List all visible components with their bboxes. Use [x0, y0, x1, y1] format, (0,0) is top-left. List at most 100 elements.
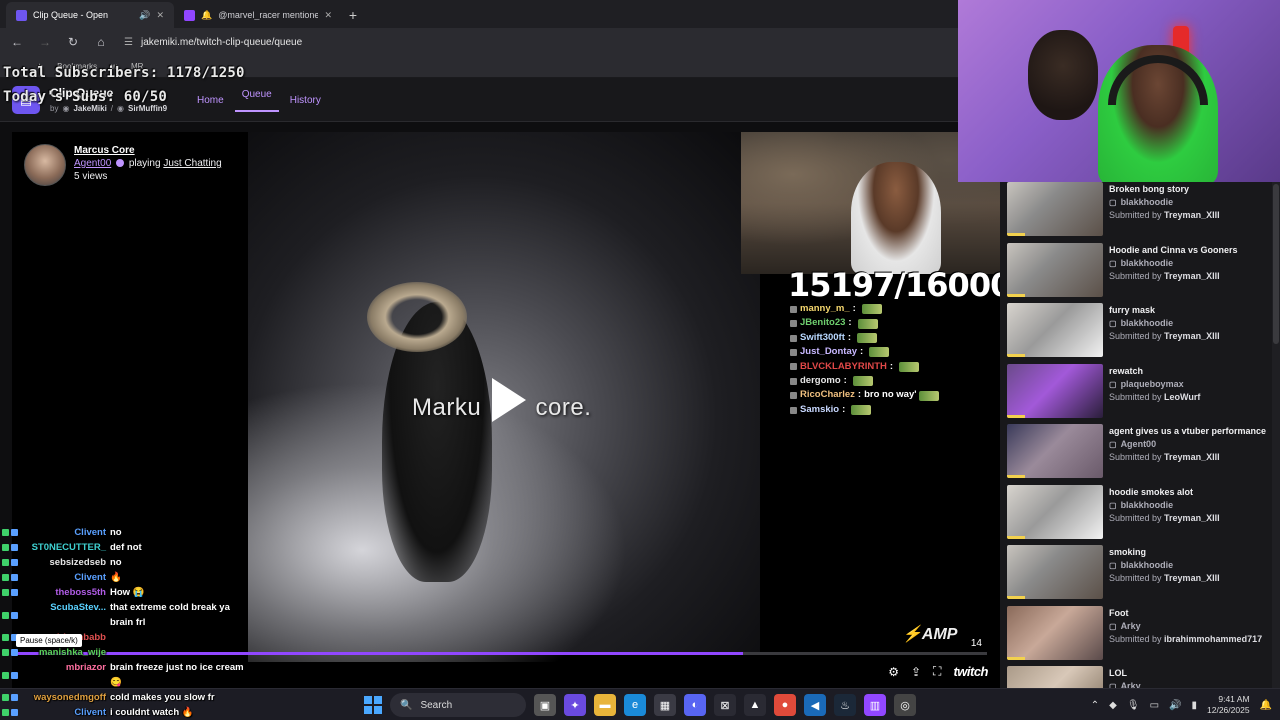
- left-chat-row: Clivent no: [2, 525, 262, 540]
- chat-badges: [2, 705, 18, 720]
- microphone-icon[interactable]: 🎙: [1127, 700, 1140, 711]
- clip-icon: ▢: [1109, 682, 1117, 688]
- chat-username: BLVCKLABYRINTH: [800, 360, 887, 372]
- queue-item[interactable]: agent gives us a vtuber performance ▢ Agen…: [1007, 424, 1277, 480]
- notification-bell-icon[interactable]: 🔔: [1260, 700, 1272, 711]
- queue-thumbnail[interactable]: [1007, 424, 1103, 478]
- chat-message: brain freeze just no ice cream 😋: [110, 662, 244, 688]
- queue-item[interactable]: hoodie smokes alot ▢ blakkhoodie Submitted …: [1007, 484, 1277, 541]
- tab-clip-queue[interactable]: Clip Queue - Open 🔊 ✕: [6, 2, 174, 28]
- bear-plush: [1028, 30, 1098, 120]
- chat-message: that extreme cold break ya brain frl: [110, 602, 230, 628]
- task-view-icon[interactable]: ▣: [534, 694, 556, 716]
- queue-submitted: Submitted by Treyman_XIII: [1109, 209, 1220, 222]
- queue-item[interactable]: LOL ▢ Arky: [1007, 666, 1277, 688]
- queue-item[interactable]: Hoodie and Cinna vs Gooners ▢ blakkhoodie S…: [1007, 242, 1277, 299]
- gear-icon[interactable]: ⚙: [888, 665, 899, 679]
- speaker-icon[interactable]: 🔊: [139, 10, 150, 21]
- address-bar: ← → ↻ ⌂ ☰ jakemiki.me/twitch-clip-queue/…: [0, 28, 960, 56]
- chat-username: manny_m_: [800, 303, 850, 314]
- chat-emote-icon: [861, 304, 882, 315]
- network-icon[interactable]: ▭: [1150, 700, 1159, 711]
- webcam-feed: [958, 0, 1280, 182]
- home-icon[interactable]: ⌂: [92, 35, 110, 49]
- chevron-up-icon[interactable]: ⌃: [1091, 700, 1099, 711]
- left-chat-row: ST0NECUTTER_ def not: [2, 540, 262, 555]
- back-arrow-icon[interactable]: ←: [8, 35, 26, 49]
- fullscreen-icon[interactable]: ⛶: [933, 664, 941, 679]
- chat-username: manishka_wije: [38, 647, 106, 658]
- copilot-icon[interactable]: ✦: [564, 694, 586, 716]
- queue-thumbnail[interactable]: [1007, 242, 1103, 297]
- new-tab-button[interactable]: +: [342, 2, 364, 28]
- queue-thumbnail[interactable]: [1007, 666, 1103, 688]
- queue-thumbnail[interactable]: [1007, 303, 1103, 357]
- xbox-icon[interactable]: ⊠: [714, 694, 736, 716]
- queue-thumbnail[interactable]: [1007, 182, 1103, 236]
- queue-thumbnail[interactable]: [1007, 605, 1103, 660]
- queue-thumbnail[interactable]: [1007, 363, 1103, 418]
- obs-icon[interactable]: ◎: [894, 694, 916, 716]
- submitted-prefix: Submitted by: [1109, 633, 1162, 644]
- author-jakemiki[interactable]: JakeMiki: [73, 104, 106, 113]
- chat-badges: [2, 645, 18, 660]
- browser-tab-bar: Clip Queue - Open 🔊 ✕ 🔔 @marvel_racer me…: [0, 0, 960, 28]
- author-sirmuffin[interactable]: SirMuffin9: [128, 104, 167, 113]
- twitch-logo[interactable]: twitch: [953, 664, 988, 679]
- today-subs-overlay: Today's Subs: 60/50: [3, 89, 167, 105]
- discord-icon[interactable]: ◐: [684, 694, 706, 716]
- close-tab-icon[interactable]: ✕: [324, 10, 332, 21]
- close-tab-icon[interactable]: ✕: [156, 10, 164, 21]
- clip-title-link[interactable]: Marcus Core: [74, 144, 222, 157]
- url-field[interactable]: ☰ jakemiki.me/twitch-clip-queue/queue: [120, 32, 952, 52]
- edge-icon[interactable]: e: [624, 694, 646, 716]
- clip-channel-link[interactable]: Agent00: [74, 158, 111, 169]
- stream-chat-row: Swift300ft:: [790, 331, 1000, 345]
- avatar[interactable]: [24, 144, 66, 186]
- chat-emote-icon: [852, 376, 873, 387]
- queue-submitted: Submitted by ibrahimmohammed717: [1109, 633, 1262, 646]
- queue-item[interactable]: smoking ▢ blakkhoodie Submitted by Treyman_…: [1007, 545, 1277, 601]
- chat-badge-icon: [11, 559, 18, 566]
- credits-separator: /: [110, 104, 114, 113]
- chrome-icon[interactable]: ●: [774, 694, 796, 716]
- queue-item[interactable]: Broken bong story ▢ blakkhoodie Submitted b…: [1007, 182, 1277, 238]
- store-icon[interactable]: ▦: [654, 694, 676, 716]
- clip-icon: ▢: [1109, 440, 1117, 449]
- taskbar-search[interactable]: 🔍 Search: [390, 693, 526, 717]
- windows-start-icon[interactable]: [364, 696, 382, 714]
- file-explorer-icon[interactable]: ▬: [594, 694, 616, 716]
- battery-icon[interactable]: ▮: [1191, 700, 1197, 711]
- share-icon[interactable]: ⇪: [911, 665, 921, 679]
- queue-submitted: Submitted by Treyman_XIII: [1109, 572, 1220, 585]
- app-icon[interactable]: ▲: [744, 694, 766, 716]
- volume-icon[interactable]: 🔊: [1169, 700, 1181, 711]
- twitch-icon[interactable]: ▥: [864, 694, 886, 716]
- site-info-icon[interactable]: ☰: [124, 37, 133, 48]
- queue-thumbnail[interactable]: [1007, 484, 1103, 539]
- clip-game-link[interactable]: Just Chatting: [163, 158, 221, 169]
- queue-item[interactable]: furry mask ▢ blakkhoodie Submitted by Treym…: [1007, 303, 1277, 359]
- tab-twitch-mention[interactable]: 🔔 @marvel_racer mentioned y ✕: [174, 2, 342, 28]
- queue-title: LOL: [1109, 668, 1127, 678]
- play-icon[interactable]: [492, 378, 526, 422]
- reload-icon[interactable]: ↻: [64, 35, 82, 49]
- system-tray: ⌃ ◆ 🎙 ▭ 🔊 ▮ 9:41 AM 12/26/2025 🔔: [1091, 693, 1272, 717]
- nav-history[interactable]: History: [283, 78, 328, 122]
- queue-item[interactable]: Foot ▢ Arky Submitted by ibrahimmohammed717: [1007, 605, 1277, 662]
- chat-badge-icon: [11, 544, 18, 551]
- queue-channel: ▢ blakkhoodie: [1109, 499, 1220, 512]
- steam-icon[interactable]: ♨: [834, 694, 856, 716]
- nav-home[interactable]: Home: [190, 78, 231, 122]
- queue-thumbnail[interactable]: [1007, 545, 1103, 599]
- vscode-icon[interactable]: ◀: [804, 694, 826, 716]
- chat-emote-icon: [919, 390, 940, 401]
- queue-item[interactable]: rewatch ▢ plaqueboymax Submitted by LeoWurf: [1007, 363, 1277, 420]
- clip-info: Marcus Core Agent00 playing Just Chattin…: [24, 144, 222, 186]
- nav-queue[interactable]: Queue: [234, 78, 279, 112]
- tray-app-icon[interactable]: ◆: [1109, 700, 1117, 711]
- chat-colon: :: [843, 375, 847, 387]
- clock[interactable]: 9:41 AM 12/26/2025: [1207, 694, 1250, 716]
- clip-icon: ▢: [1109, 500, 1117, 510]
- forward-arrow-icon[interactable]: →: [36, 35, 54, 49]
